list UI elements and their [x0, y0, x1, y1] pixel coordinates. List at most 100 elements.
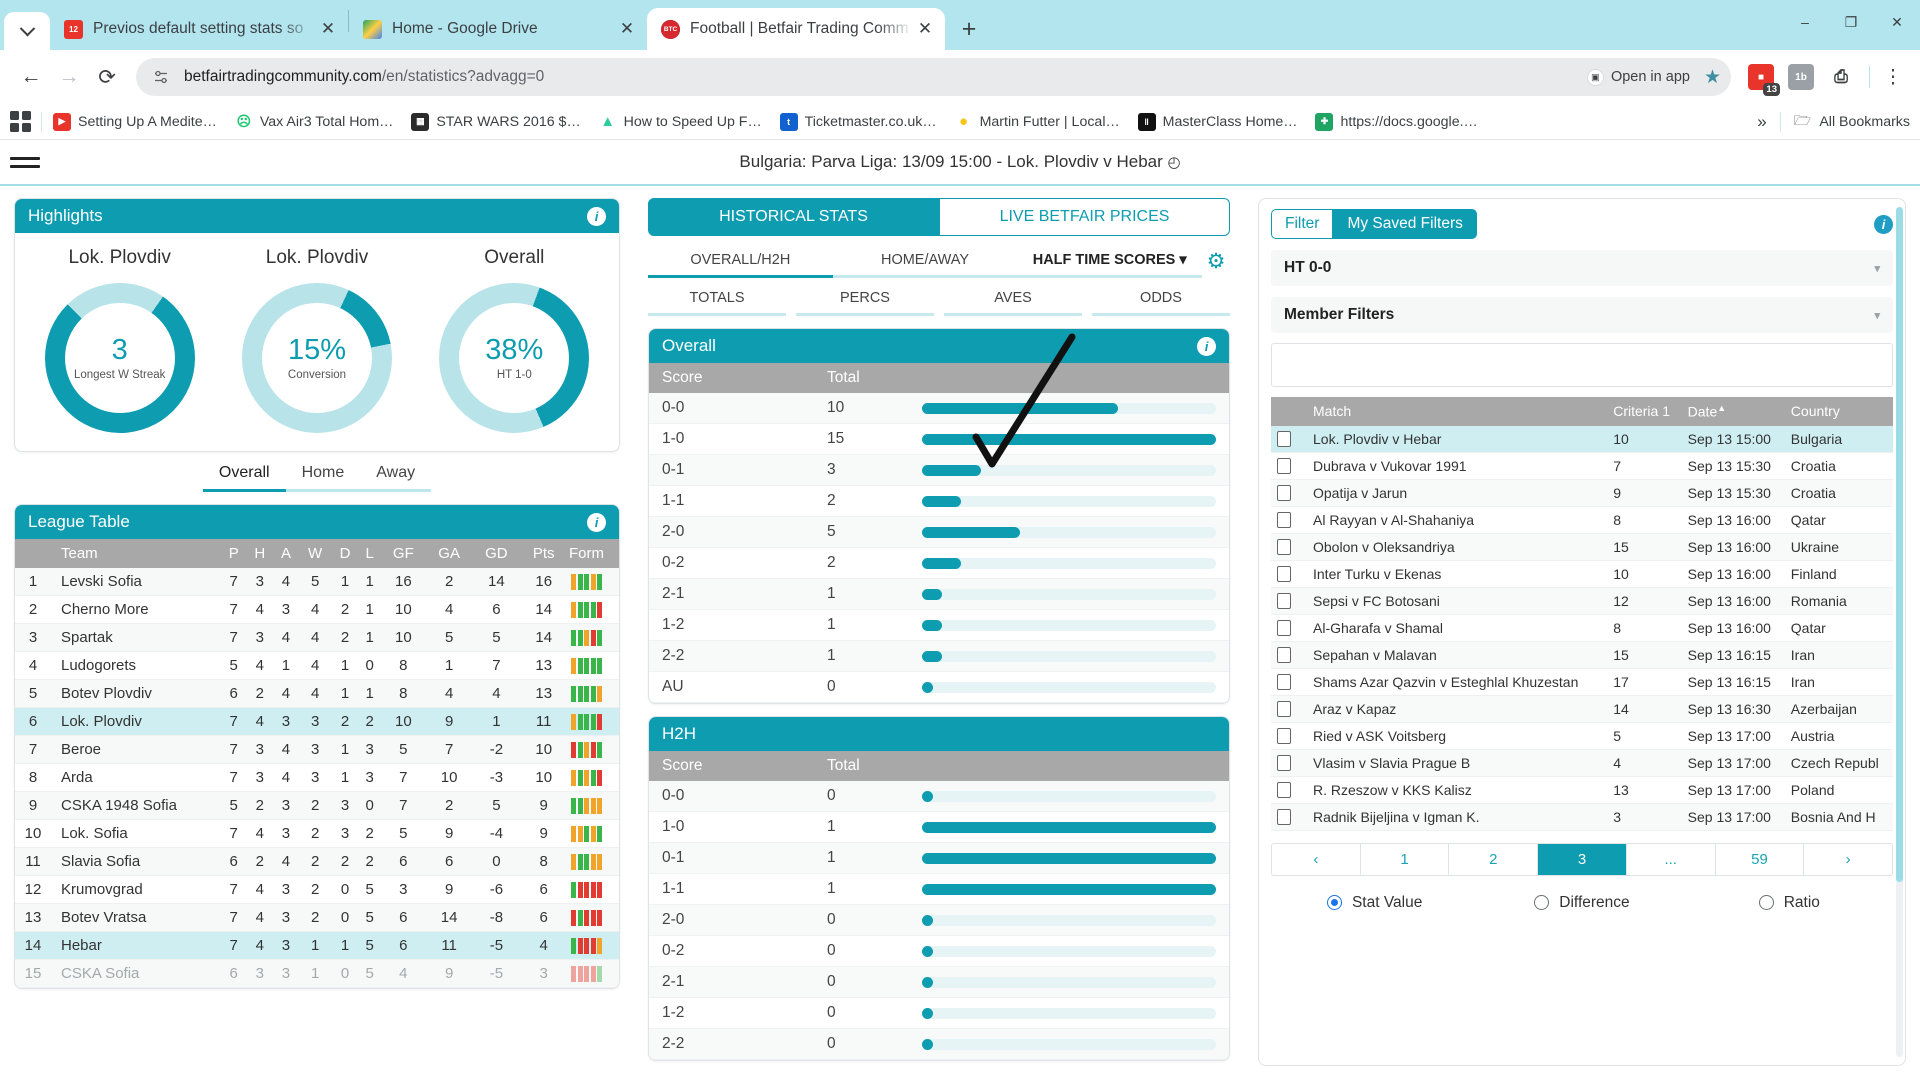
browser-tab-2[interactable]: Home - Google Drive ✕	[349, 8, 647, 50]
bookmark-item[interactable]: ✚ https://docs.google.…	[1315, 112, 1478, 131]
table-row[interactable]: 2 Cherno More 7 4 3 4 2 1 10 4 6 14	[15, 595, 619, 624]
table-row[interactable]: 6 Lok. Plovdiv 7 4 3 3 2 2 10 9 1 11	[15, 707, 619, 736]
col-h[interactable]: H	[246, 539, 274, 568]
row-checkbox[interactable]	[1277, 565, 1291, 582]
cell-checkbox[interactable]	[1271, 641, 1307, 669]
table-row[interactable]: 2-2 0	[649, 1028, 1229, 1060]
table-row[interactable]: 1-2 0	[649, 997, 1229, 1029]
table-row[interactable]: 0-0 10	[649, 393, 1229, 424]
table-row[interactable]: 13 Botev Vratsa 7 4 3 2 0 5 6 14 -8 6	[15, 903, 619, 932]
pagination-button[interactable]: ‹	[1272, 843, 1361, 875]
tab-away[interactable]: Away	[360, 460, 432, 492]
row-checkbox[interactable]	[1277, 592, 1291, 609]
tab-totals[interactable]: TOTALS	[648, 284, 786, 316]
filter-notes-box[interactable]	[1271, 343, 1893, 387]
close-icon[interactable]: ✕	[615, 17, 639, 41]
tab-historical-stats[interactable]: HISTORICAL STATS	[648, 198, 939, 236]
cell-checkbox[interactable]	[1271, 587, 1307, 615]
row-checkbox[interactable]	[1277, 619, 1291, 636]
row-checkbox[interactable]	[1277, 754, 1291, 771]
tab-home-away[interactable]: HOME/AWAY	[832, 246, 1018, 278]
apps-grid-icon[interactable]	[10, 110, 32, 133]
cell-checkbox[interactable]	[1271, 560, 1307, 588]
table-row[interactable]: 15 CSKA Sofia 6 3 3 1 0 5 4 9 -5 3	[15, 959, 619, 988]
row-checkbox[interactable]	[1277, 511, 1291, 528]
table-row[interactable]: 8 Arda 7 3 4 3 1 3 7 10 -3 10	[15, 763, 619, 792]
calendar-extension-icon[interactable]: ■ 13	[1748, 64, 1780, 96]
table-row[interactable]: Al-Gharafa v Shamal 8 Sep 13 16:00 Qatar	[1271, 614, 1893, 642]
cell-checkbox[interactable]	[1271, 506, 1307, 534]
close-icon[interactable]: ✕	[913, 17, 937, 41]
bookmark-item[interactable]: ● Martin Futter | Local…	[954, 112, 1120, 131]
table-row[interactable]: 14 Hebar 7 4 3 1 1 5 6 11 -5 4	[15, 931, 619, 960]
table-row[interactable]: Dubrava v Vukovar 1991 7 Sep 13 15:30 Croat…	[1271, 452, 1893, 480]
radio-button[interactable]	[1326, 895, 1342, 911]
table-row[interactable]: 0-0 0	[649, 781, 1229, 812]
table-row[interactable]: Shams Azar Qazvin v Esteghlal Khuzestan 1…	[1271, 668, 1893, 696]
table-row[interactable]: 1-0 1	[649, 811, 1229, 843]
pagination-button[interactable]: ...	[1627, 843, 1716, 875]
bookmark-item[interactable]: ▶ Setting Up A Medite…	[53, 112, 217, 131]
cell-checkbox[interactable]	[1271, 425, 1307, 453]
table-row[interactable]: 2-2 1	[649, 640, 1229, 672]
extensions-puzzle-icon[interactable]: ⎙	[1828, 64, 1854, 90]
table-row[interactable]: Sepahan v Malavan 15 Sep 13 16:15 Iran	[1271, 641, 1893, 669]
table-row[interactable]: 2-1 1	[649, 578, 1229, 610]
table-row[interactable]: 1-1 2	[649, 485, 1229, 517]
bookmark-item[interactable]: ☹ Vax Air3 Total Hom…	[234, 112, 393, 131]
col-team[interactable]: Team	[51, 539, 221, 568]
table-row[interactable]: 1 Levski Sofia 7 3 4 5 1 1 16 2 14 16	[15, 568, 619, 596]
table-row[interactable]: 7 Beroe 7 3 4 3 1 3 5 7 -2 10	[15, 735, 619, 764]
cell-checkbox[interactable]	[1271, 776, 1307, 804]
table-row[interactable]: Inter Turku v Ekenas 10 Sep 13 16:00 Finlan…	[1271, 560, 1893, 588]
col-l[interactable]: L	[358, 539, 381, 568]
col-d[interactable]: D	[331, 539, 359, 568]
table-row[interactable]: Obolon v Oleksandriya 15 Sep 13 16:00 Ukrai…	[1271, 533, 1893, 561]
table-row[interactable]: 1-1 1	[649, 873, 1229, 905]
all-bookmarks-button[interactable]: 🗁 All Bookmarks	[1794, 110, 1910, 134]
col-match[interactable]: Match	[1307, 397, 1608, 426]
bookmark-item[interactable]: ▲ How to Speed Up F…	[598, 112, 762, 131]
table-row[interactable]: 9 CSKA 1948 Sofia 5 2 3 2 3 0 7 2 5 9	[15, 791, 619, 820]
tab-overall[interactable]: Overall	[202, 460, 286, 492]
row-checkbox[interactable]	[1277, 457, 1291, 474]
cell-checkbox[interactable]	[1271, 452, 1307, 480]
radio-difference[interactable]: Difference	[1478, 894, 1685, 912]
tab-live-betfair-prices[interactable]: LIVE BETFAIR PRICES	[939, 198, 1230, 236]
info-icon[interactable]: i	[587, 206, 606, 226]
cell-checkbox[interactable]	[1271, 695, 1307, 723]
row-checkbox[interactable]	[1277, 484, 1291, 501]
row-checkbox[interactable]	[1277, 430, 1291, 447]
row-checkbox[interactable]	[1277, 700, 1291, 717]
table-row[interactable]: Araz v Kapaz 14 Sep 13 16:30 Azerbaijan	[1271, 695, 1893, 723]
gear-icon[interactable]: ⚙	[1202, 249, 1230, 278]
tab-odds[interactable]: ODDS	[1092, 284, 1230, 316]
row-checkbox[interactable]	[1277, 808, 1291, 825]
minimize-icon[interactable]: –	[1782, 0, 1828, 44]
row-checkbox[interactable]	[1277, 673, 1291, 690]
col-score[interactable]: Score	[649, 363, 814, 393]
cell-checkbox[interactable]	[1271, 749, 1307, 777]
pagination-button[interactable]: 2	[1449, 843, 1539, 875]
radio-button[interactable]	[1758, 895, 1774, 911]
tab-overall-h2h[interactable]: OVERALL/H2H	[648, 246, 833, 278]
tab-my-saved-filters[interactable]: My Saved Filters	[1333, 209, 1477, 239]
radio-button[interactable]	[1534, 895, 1550, 911]
col-date[interactable]: Date▲	[1681, 397, 1785, 426]
bookmark-item[interactable]: ▦ STAR WARS 2016 $…	[411, 112, 581, 131]
col-total[interactable]: Total	[814, 363, 909, 393]
pagination-button[interactable]: 1	[1361, 843, 1450, 875]
table-row[interactable]: 2-1 0	[649, 966, 1229, 998]
col-criteria-1[interactable]: Criteria 1	[1607, 397, 1682, 426]
table-row[interactable]: Ried v ASK Voitsberg 5 Sep 13 17:00 Austria	[1271, 722, 1893, 750]
table-row[interactable]: 11 Slavia Sofia 6 2 4 2 2 2 6 6 0 8	[15, 847, 619, 876]
table-row[interactable]: 0-1 3	[649, 454, 1229, 486]
radio-stat-value[interactable]: Stat Value	[1271, 894, 1478, 912]
table-row[interactable]: R. Rzeszow v KKS Kalisz 13 Sep 13 17:00 Pol…	[1271, 776, 1893, 804]
dropdown-half-time-scores[interactable]: HALF TIME SCORES ▾	[1017, 246, 1203, 278]
col-country[interactable]: Country	[1784, 397, 1893, 426]
scrollbar-thumb[interactable]	[1896, 207, 1903, 883]
info-icon[interactable]: i	[1197, 336, 1216, 356]
cell-checkbox[interactable]	[1271, 668, 1307, 696]
maximize-icon[interactable]: ❐	[1828, 0, 1874, 44]
